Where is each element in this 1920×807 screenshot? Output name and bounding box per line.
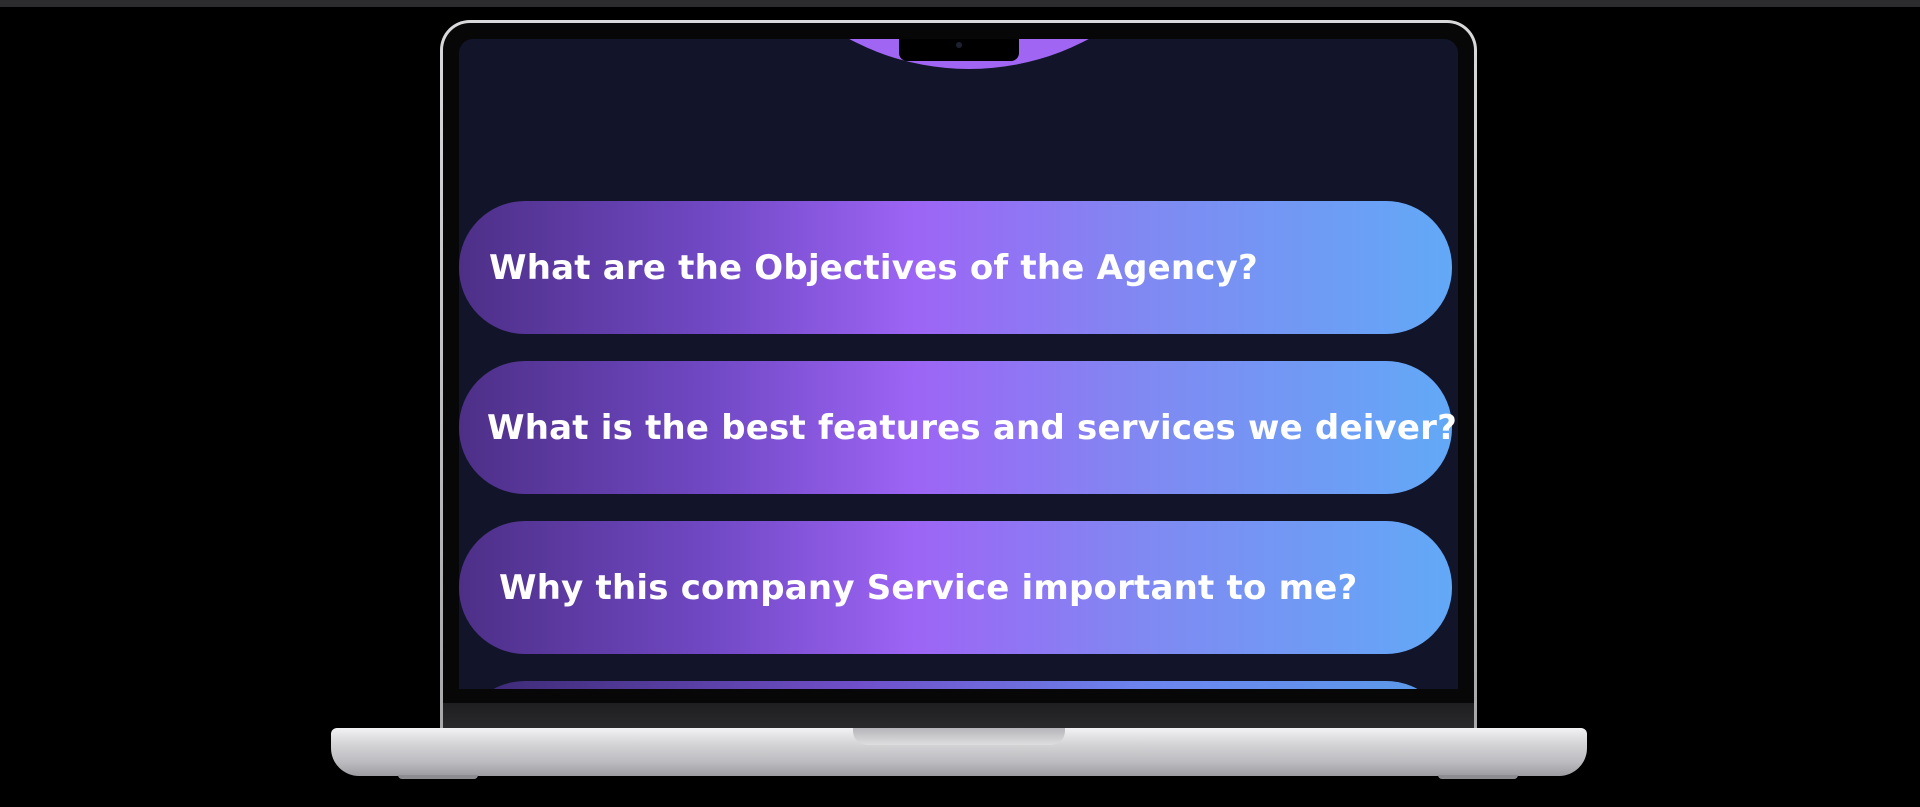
laptop-foot-right: [1438, 775, 1518, 779]
faq-question: What is the best features and services w…: [487, 407, 1458, 448]
window-top-bar: [0, 0, 1920, 7]
faq-item-objectives[interactable]: What are the Objectives of the Agency?: [459, 201, 1452, 334]
laptop-foot-left: [398, 775, 478, 779]
faq-item-features[interactable]: What is the best features and services w…: [459, 361, 1457, 494]
laptop-opening-lip: [853, 728, 1065, 745]
faq-question: Why this company Service important to me…: [499, 567, 1358, 608]
screen-bottom-bezel: [443, 703, 1474, 731]
faq-item-partial[interactable]: [459, 681, 1452, 689]
faq-item-importance[interactable]: Why this company Service important to me…: [459, 521, 1452, 654]
faq-question: What are the Objectives of the Agency?: [489, 247, 1258, 288]
camera-icon: [956, 42, 962, 48]
laptop-screen: What are the Objectives of the Agency? W…: [459, 39, 1458, 689]
camera-notch: [899, 39, 1019, 61]
